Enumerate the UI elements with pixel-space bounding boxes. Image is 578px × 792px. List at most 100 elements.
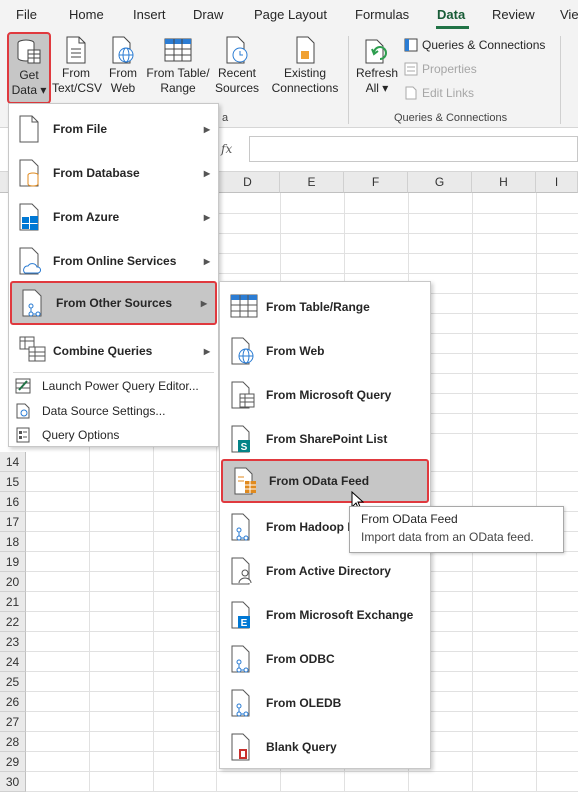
tab-insert[interactable]: Insert <box>133 7 166 22</box>
menu-item-label: Data Source Settings... <box>42 404 166 418</box>
tab-view[interactable]: Vie <box>560 7 578 22</box>
tab-review[interactable]: Review <box>492 7 535 22</box>
existing-connections-button[interactable]: Existing Connections <box>268 36 342 96</box>
row-header[interactable]: 20 <box>0 572 26 592</box>
row-header[interactable]: 24 <box>0 652 26 672</box>
submenu-item-label: From Microsoft Exchange <box>266 608 414 622</box>
properties-button[interactable]: Properties <box>404 62 477 76</box>
submenu-item-label: From Active Directory <box>266 564 391 578</box>
column-header-h[interactable]: H <box>472 172 536 193</box>
column-header-e[interactable]: E <box>280 172 344 193</box>
menu-item-from-azure[interactable]: From Azure ▶ <box>9 195 218 239</box>
submenu-arrow-icon: ▶ <box>203 346 210 356</box>
combine-queries-icon <box>19 336 46 362</box>
grid-line <box>536 193 537 792</box>
column-header-i[interactable]: I <box>536 172 578 193</box>
submenu-item-from-sharepoint-list[interactable]: S From SharePoint List <box>220 417 430 461</box>
menu-item-label: From File <box>53 122 108 136</box>
menu-item-label: From Database <box>53 166 140 180</box>
from-text-csv-button[interactable]: From Text/CSV <box>52 36 103 96</box>
submenu-arrow-icon: ▶ <box>200 298 207 308</box>
row-header[interactable]: 21 <box>0 592 26 612</box>
row-header[interactable]: 18 <box>0 532 26 552</box>
submenu-item-from-table-range[interactable]: From Table/Range <box>220 285 430 329</box>
tab-page-layout[interactable]: Page Layout <box>254 7 327 22</box>
column-header-g[interactable]: G <box>408 172 472 193</box>
submenu-item-from-odbc[interactable]: From ODBC <box>220 637 430 681</box>
menu-item-data-source-settings[interactable]: Data Source Settings... <box>9 399 218 423</box>
row-header[interactable]: 29 <box>0 752 26 772</box>
from-text-csv-label-2: Text/CSV <box>52 81 103 95</box>
row-header[interactable]: 23 <box>0 632 26 652</box>
row-header[interactable]: 14 <box>0 452 26 472</box>
row-header[interactable]: 27 <box>0 712 26 732</box>
submenu-item-from-microsoft-exchange[interactable]: E From Microsoft Exchange <box>220 593 430 637</box>
web-icon <box>231 337 254 365</box>
row-header[interactable]: 15 <box>0 472 26 492</box>
row-header[interactable]: 16 <box>0 492 26 512</box>
row-header[interactable]: 25 <box>0 672 26 692</box>
power-query-editor-icon <box>15 378 31 394</box>
function-icon[interactable]: fx <box>221 142 232 156</box>
ribbon-divider-2 <box>560 36 561 124</box>
from-web-label-1: From <box>109 66 137 80</box>
from-web-button[interactable]: From Web <box>104 36 142 96</box>
microsoft-query-icon <box>231 381 255 409</box>
tab-formulas[interactable]: Formulas <box>355 7 409 22</box>
tab-draw[interactable]: Draw <box>193 7 223 22</box>
tab-data[interactable]: Data <box>437 7 465 22</box>
submenu-item-label: From Hadoop F <box>266 520 355 534</box>
submenu-item-from-active-directory[interactable]: From Active Directory <box>220 549 430 593</box>
tooltip: From OData Feed Import data from an ODat… <box>349 506 564 553</box>
menu-item-query-options[interactable]: Query Options <box>9 423 218 447</box>
menu-item-from-other-sources[interactable]: From Other Sources ▶ <box>10 281 217 325</box>
queries-connections-button[interactable]: Queries & Connections <box>404 38 545 52</box>
row-header[interactable]: 17 <box>0 512 26 532</box>
submenu-item-blank-query[interactable]: Blank Query <box>220 725 430 769</box>
grid-line <box>472 193 473 792</box>
edit-links-button[interactable]: Edit Links <box>404 86 474 100</box>
menu-item-combine-queries[interactable]: Combine Queries ▶ <box>9 329 218 373</box>
menu-item-from-file[interactable]: From File ▶ <box>9 107 218 151</box>
menu-item-from-online-services[interactable]: From Online Services ▶ <box>9 239 218 283</box>
row-header[interactable]: 26 <box>0 692 26 712</box>
submenu-arrow-icon: ▶ <box>203 124 210 134</box>
tooltip-body: Import data from an OData feed. <box>361 530 534 544</box>
table-icon <box>164 38 192 62</box>
menu-item-label: From Online Services <box>53 254 177 268</box>
row-header[interactable]: 22 <box>0 612 26 632</box>
menu-item-launch-power-query[interactable]: Launch Power Query Editor... <box>9 374 218 398</box>
submenu-item-from-odata-feed[interactable]: From OData Feed <box>221 459 429 503</box>
tooltip-title: From OData Feed <box>361 512 458 526</box>
menu-item-from-database[interactable]: From Database ▶ <box>9 151 218 195</box>
menu-item-label: From Other Sources <box>56 296 173 310</box>
connections-file-icon <box>296 36 315 64</box>
tab-file[interactable]: File <box>16 7 37 22</box>
from-table-range-button[interactable]: From Table/ Range <box>144 36 212 96</box>
table-range-icon <box>230 294 258 318</box>
get-data-menu: From File ▶ From Database ▶ From Azure ▶… <box>8 103 219 447</box>
row-header[interactable]: 28 <box>0 732 26 752</box>
database-icon <box>19 159 39 187</box>
submenu-item-from-oledb[interactable]: From OLEDB <box>220 681 430 725</box>
get-transform-group-label: a <box>222 112 229 124</box>
submenu-item-from-microsoft-query[interactable]: From Microsoft Query <box>220 373 430 417</box>
row-header[interactable]: 30 <box>0 772 26 792</box>
row-header[interactable]: 19 <box>0 552 26 572</box>
menu-item-label: From Azure <box>53 210 120 224</box>
submenu-item-label: From OData Feed <box>269 474 370 488</box>
tab-home[interactable]: Home <box>69 7 104 22</box>
column-header-d[interactable]: D <box>216 172 280 193</box>
get-data-button[interactable]: Get Data ▾ <box>7 32 51 104</box>
submenu-item-from-web[interactable]: From Web <box>220 329 430 373</box>
submenu-item-label: Blank Query <box>266 740 337 754</box>
from-table-range-label-2: Range <box>160 81 196 95</box>
column-header-f[interactable]: F <box>344 172 408 193</box>
refresh-all-button[interactable]: Refresh All ▾ <box>354 36 400 96</box>
from-web-label-2: Web <box>110 81 136 95</box>
formula-input[interactable] <box>249 136 578 162</box>
blank-query-icon <box>231 733 250 761</box>
edit-links-icon <box>405 86 417 100</box>
recent-sources-button[interactable]: Recent Sources <box>212 36 262 96</box>
submenu-item-label: From OLEDB <box>266 696 342 710</box>
